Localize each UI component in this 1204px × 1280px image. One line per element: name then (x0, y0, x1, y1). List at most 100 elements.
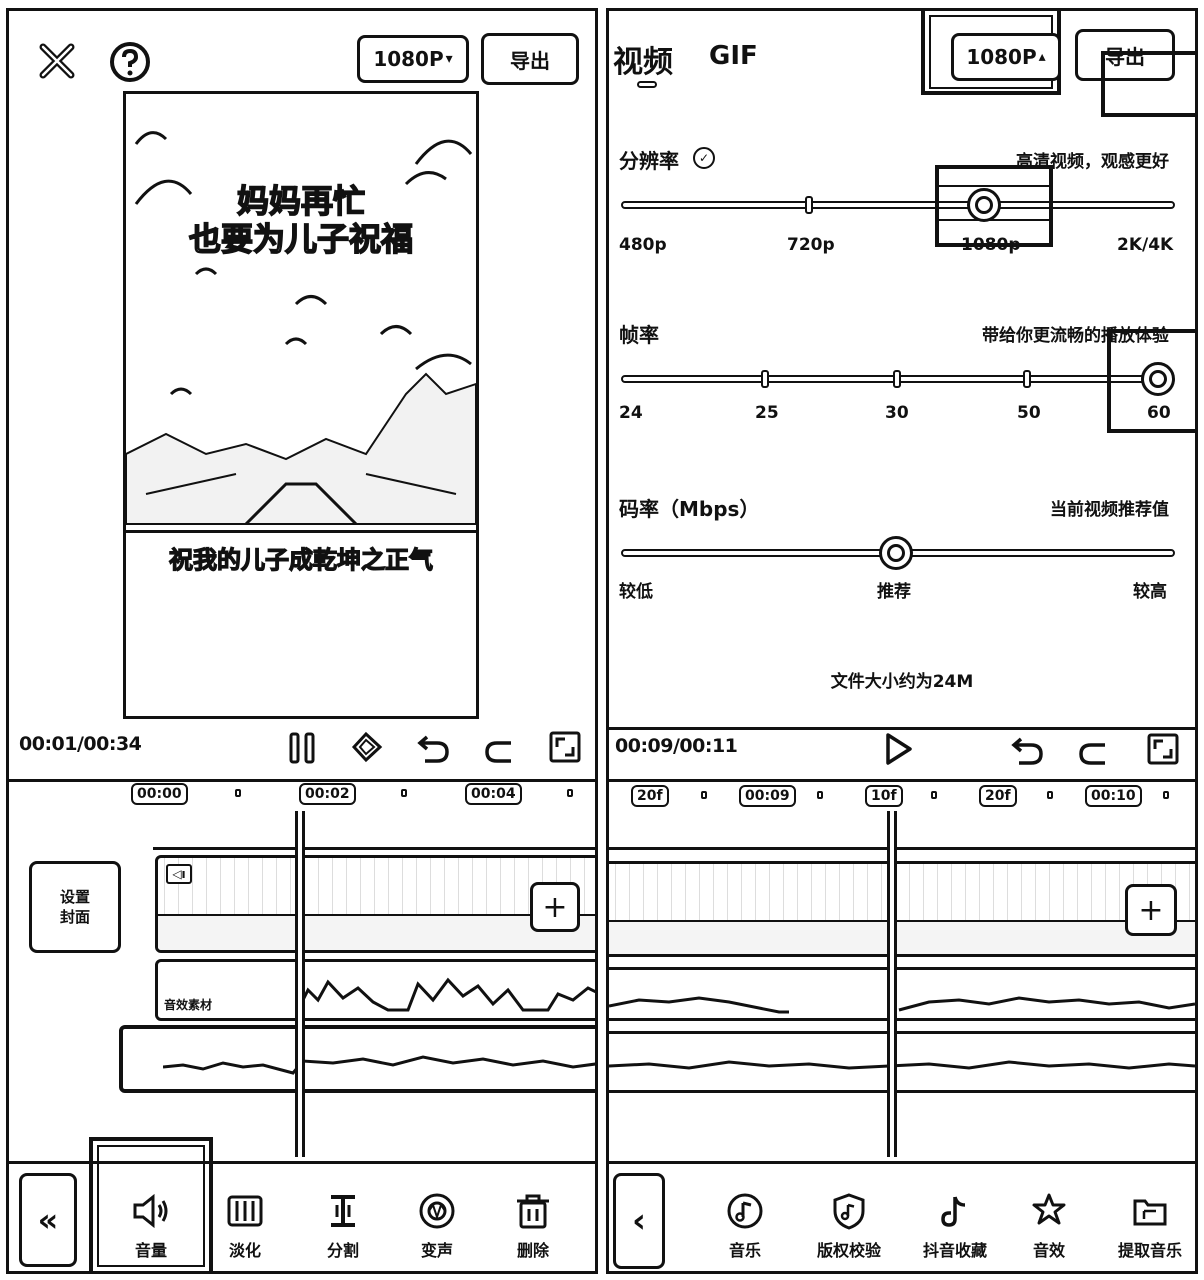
ruler-mark: 00:10 (1085, 785, 1142, 807)
preview-subtitle: 祝我的儿子成乾坤之正气 (168, 545, 433, 574)
tab-active-indicator (637, 81, 657, 88)
selected-audio-track[interactable] (119, 1025, 595, 1093)
audio-track[interactable] (609, 967, 1195, 1021)
redo-button[interactable] (1075, 731, 1115, 769)
tool-music[interactable]: 音乐 (705, 1191, 785, 1261)
ruler-mark: 20f (979, 785, 1017, 807)
slider-tick (761, 370, 769, 388)
chevron-left-icon: ‹ (631, 1201, 646, 1241)
keyframe-button[interactable] (345, 727, 389, 767)
bitrate-hint: 当前视频推荐值 (1050, 500, 1169, 520)
music-icon (727, 1193, 763, 1229)
tool-label: 删除 (516, 1241, 549, 1260)
play-button[interactable] (877, 729, 917, 769)
selected-audio-waveform (163, 1055, 595, 1075)
resolution-label: 1080P (966, 45, 1037, 69)
resolution-tick-label: 480p (619, 235, 667, 255)
playback-time: 00:09/00:11 (615, 735, 738, 757)
resolution-slider-knob[interactable] (967, 188, 1001, 222)
tool-fade[interactable]: 淡化 (205, 1191, 285, 1261)
resolution-tick-label: 1080p (961, 235, 1021, 255)
video-preview[interactable]: 妈妈再忙 也要为儿子祝福 祝我的儿子成乾坤之正气 (123, 91, 479, 719)
resolution-label: 1080P (373, 47, 444, 71)
resolution-dropdown[interactable]: 1080P ▴ (951, 33, 1061, 81)
undo-icon (1011, 737, 1043, 765)
frame-rate-slider-track[interactable] (621, 375, 1161, 383)
tab-gif[interactable]: GIF (709, 41, 758, 71)
tool-label: 音量 (134, 1241, 167, 1260)
tool-sound-effect[interactable]: 音效 (1009, 1191, 1089, 1261)
ruler-dot (931, 791, 937, 799)
export-settings-screen: 视频 GIF 1080P ▴ 导出 分辨率 ✓ 高清视频，观感更好 480p 7… (606, 8, 1198, 1274)
resolution-dropdown[interactable]: 1080P ▾ (357, 35, 469, 83)
frame-rate-tick-label: 25 (755, 403, 779, 423)
tool-copyright-check[interactable]: 版权校验 (801, 1191, 897, 1261)
playhead[interactable] (295, 811, 305, 1157)
ruler-dot (567, 789, 573, 797)
undo-icon (417, 735, 449, 763)
audio-track-label: 音效素材 (164, 998, 213, 1012)
headline-line-2: 也要为儿子祝福 (188, 219, 414, 259)
tab-video[interactable]: 视频 (613, 37, 673, 81)
audio-track[interactable]: 音效素材 (155, 959, 595, 1021)
audio-track-2[interactable] (609, 1031, 1195, 1093)
headline-line-1: 妈妈再忙 (236, 181, 366, 221)
voice-change-icon (419, 1193, 455, 1229)
keyframe-icon (351, 731, 383, 763)
pause-button[interactable] (285, 729, 319, 767)
frame-rate-tick-label: 30 (885, 403, 909, 423)
divider (9, 779, 595, 782)
video-track-thumbnails (609, 920, 1195, 954)
tool-voice-change[interactable]: 变声 (397, 1191, 477, 1261)
collapse-toolbar-button[interactable]: « (19, 1173, 77, 1267)
video-track[interactable]: ◁ı + (155, 855, 595, 953)
tool-label: 版权校验 (816, 1241, 881, 1260)
video-track[interactable]: + (609, 861, 1195, 957)
export-button[interactable]: 导出 (481, 33, 579, 85)
ruler-dot (817, 791, 823, 799)
slider-tick (805, 196, 813, 214)
frame-rate-slider-knob[interactable] (1141, 362, 1175, 396)
tool-extract-music[interactable]: 提取音乐 (1105, 1191, 1195, 1261)
ruler-mark: 00:09 (739, 785, 796, 807)
add-clip-button[interactable]: + (530, 882, 580, 932)
bitrate-tick-label: 推荐 (877, 582, 911, 602)
add-clip-button[interactable]: + (1125, 884, 1177, 936)
tool-douyin-favorites[interactable]: 抖音收藏 (907, 1191, 1003, 1261)
ruler-dot (235, 789, 241, 797)
douyin-favorites-icon (941, 1196, 966, 1227)
redo-button[interactable] (481, 729, 521, 767)
tool-volume[interactable]: 音量 (111, 1191, 191, 1261)
playhead[interactable] (887, 811, 897, 1157)
set-cover-button[interactable]: 设置 封面 (29, 861, 121, 953)
tool-label: 抖音收藏 (922, 1241, 987, 1260)
close-icon[interactable] (35, 39, 79, 83)
audio-edit-screen: 1080P ▾ 导出 妈妈再忙 也要为儿子祝福 祝我的儿子成乾坤之正气 00:0… (6, 8, 598, 1274)
ruler-dot (1163, 791, 1169, 799)
info-icon[interactable]: ✓ (693, 147, 715, 169)
track-top-edge (153, 847, 595, 855)
extract-music-icon (1133, 1199, 1167, 1226)
fullscreen-button[interactable] (545, 727, 585, 767)
bitrate-slider-knob[interactable] (879, 536, 913, 570)
fullscreen-button[interactable] (1143, 729, 1183, 769)
ruler-dot (701, 791, 707, 799)
undo-button[interactable] (1007, 731, 1047, 769)
fullscreen-icon (1147, 733, 1179, 765)
volume-icon (133, 1193, 168, 1229)
resolution-slider-track[interactable] (621, 201, 1175, 209)
ruler-dot (401, 789, 407, 797)
help-icon[interactable] (107, 39, 153, 85)
tool-label: 淡化 (228, 1241, 261, 1260)
bitrate-tick-label: 较高 (1133, 582, 1167, 602)
back-button[interactable]: ‹ (613, 1173, 665, 1269)
file-size-estimate: 文件大小约为24M (830, 672, 974, 692)
slider-tick (1023, 370, 1031, 388)
tool-split[interactable]: 分割 (303, 1191, 383, 1261)
chevron-down-icon: ▾ (445, 51, 453, 67)
undo-button[interactable] (413, 729, 453, 767)
tool-delete[interactable]: 删除 (493, 1191, 573, 1261)
pause-icon (289, 732, 315, 764)
frame-rate-tick-label: 24 (619, 403, 643, 423)
double-chevron-left-icon: « (37, 1201, 59, 1239)
